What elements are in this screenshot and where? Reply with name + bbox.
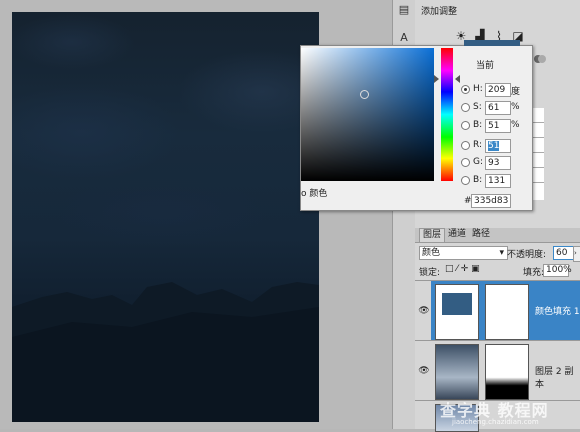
new-color-swatch: [464, 40, 520, 46]
tab-paths[interactable]: 路径: [469, 228, 493, 241]
layer-row-color-fill[interactable]: 👁 颜色填充 1: [415, 280, 580, 341]
eye-icon[interactable]: 👁: [417, 341, 431, 401]
hue-slider[interactable]: [441, 48, 453, 181]
field-blue[interactable]: B: 131: [461, 174, 531, 188]
layer-thumbnail: [435, 284, 479, 340]
layer-thumbnail: [435, 344, 479, 400]
hex-input[interactable]: 335d83: [471, 194, 511, 208]
saturation-brightness-field[interactable]: [301, 48, 434, 181]
layer-name[interactable]: 图层 2 副本: [535, 364, 580, 390]
radio-blue[interactable]: [461, 176, 470, 185]
field-g[interactable]: G: 93: [461, 156, 531, 170]
field-r[interactable]: R: 51: [461, 139, 531, 153]
layer-mask-thumbnail: [485, 344, 529, 400]
input-h[interactable]: 209: [485, 83, 511, 97]
lock-icons[interactable]: □ ⁄ ✛ ▣: [445, 264, 480, 274]
input-blue[interactable]: 131: [485, 174, 511, 188]
only-web-colors-label[interactable]: o 颜色: [301, 186, 327, 199]
watermark-url: jiaocheng.chazidian.com: [452, 418, 539, 426]
field-h[interactable]: H: 209 度: [461, 83, 531, 97]
panel-title: 添加调整: [421, 7, 458, 17]
lock-label: 锁定:: [419, 268, 441, 278]
input-s[interactable]: 61: [485, 101, 511, 115]
opacity-slider-arrow[interactable]: ›: [573, 246, 580, 262]
hue-slider-right-arrow[interactable]: [455, 75, 460, 83]
input-g[interactable]: 93: [485, 156, 511, 170]
radio-g[interactable]: [461, 158, 470, 167]
tab-layers[interactable]: 图层: [419, 228, 446, 242]
chevron-down-icon: ▾: [499, 248, 504, 258]
layer-mask-thumbnail: [485, 284, 529, 340]
eye-icon[interactable]: 👁: [417, 281, 431, 341]
layers-tab-bar: 图层 通道 路径: [415, 228, 580, 243]
radio-s[interactable]: [461, 103, 470, 112]
layer-name[interactable]: 颜色填充 1: [535, 304, 580, 317]
mountain-silhouette: [12, 282, 319, 422]
radio-b[interactable]: [461, 121, 470, 130]
radio-h[interactable]: [461, 85, 470, 94]
layer-row-copy[interactable]: 👁 图层 2 副本: [415, 340, 580, 401]
opacity-input[interactable]: 60: [553, 246, 575, 260]
opacity-label: 不透明度:: [507, 250, 547, 260]
color-picker: 当前 H: 209 度 S: 61 % B: 51 % R: 51 G: 93 …: [300, 40, 533, 211]
field-b[interactable]: B: 51 %: [461, 119, 531, 133]
character-icon[interactable]: A: [396, 30, 412, 46]
field-s[interactable]: S: 61 %: [461, 101, 531, 115]
mask-icon[interactable]: [533, 52, 547, 66]
document-canvas[interactable]: [12, 12, 319, 422]
current-color-label: 当前: [476, 61, 495, 71]
history-icon[interactable]: ▤: [396, 2, 412, 18]
blend-mode-select[interactable]: 颜色 ▾: [419, 246, 508, 260]
fill-input[interactable]: 100%: [543, 264, 572, 277]
hue-slider-left-arrow[interactable]: [434, 75, 439, 83]
input-r[interactable]: 51: [485, 139, 511, 153]
fill-label: 填充:: [523, 268, 545, 278]
color-cursor[interactable]: [360, 90, 369, 99]
tab-channels[interactable]: 通道: [445, 228, 469, 241]
input-b[interactable]: 51: [485, 119, 511, 133]
radio-r[interactable]: [461, 141, 470, 150]
